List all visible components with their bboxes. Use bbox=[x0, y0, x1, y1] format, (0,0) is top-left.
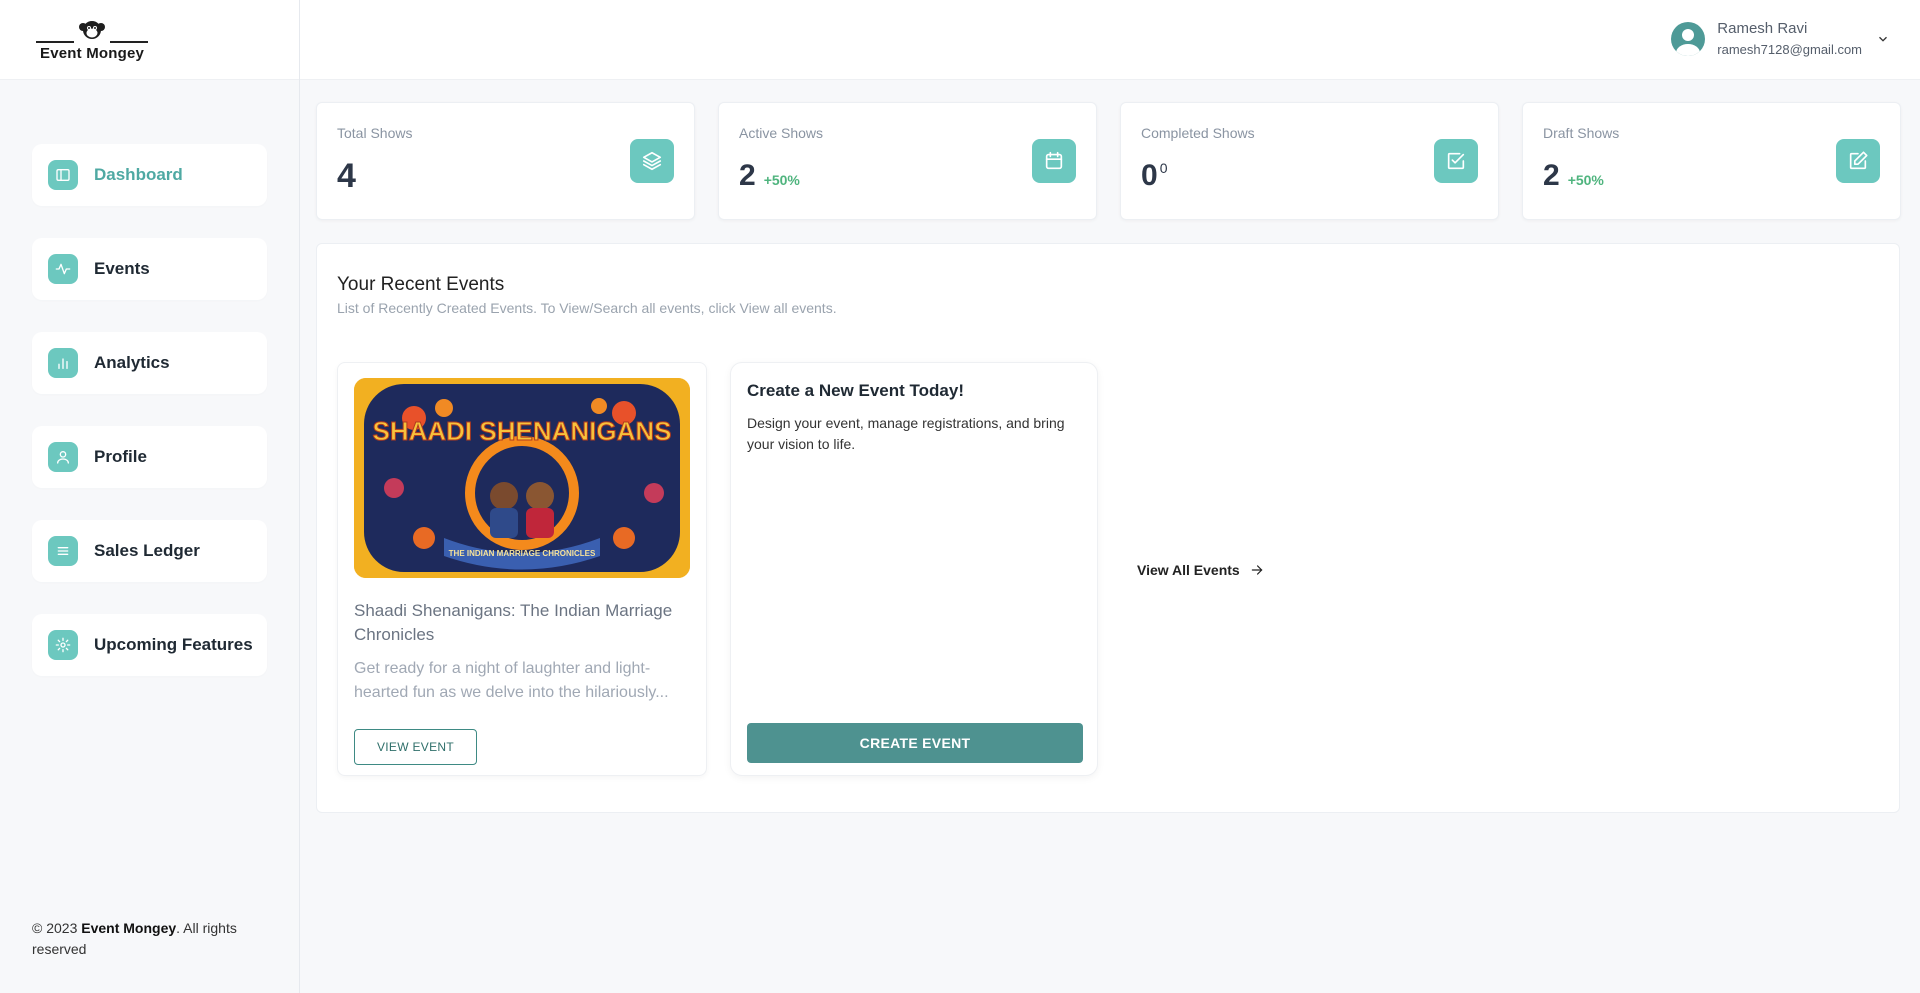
edit-icon bbox=[1836, 139, 1880, 183]
view-event-button[interactable]: VIEW EVENT bbox=[354, 729, 477, 765]
bar-chart-icon bbox=[48, 348, 78, 378]
logo-line-right bbox=[110, 40, 148, 43]
poster-tagline: THE INDIAN MARRIAGE CHRONICLES bbox=[449, 549, 596, 558]
stat-number: 0 bbox=[1141, 159, 1158, 192]
user-icon bbox=[48, 442, 78, 472]
panel-subtitle: List of Recently Created Events. To View… bbox=[337, 300, 837, 316]
sidebar-item-label: Analytics bbox=[94, 353, 170, 372]
monkey-logo-icon bbox=[79, 20, 105, 39]
stat-label: Active Shows bbox=[739, 125, 824, 141]
poster-title: SHAADI SHENANIGANS bbox=[372, 416, 671, 446]
recent-events-panel: Your Recent Events List of Recently Crea… bbox=[316, 243, 1900, 813]
logo-line-left bbox=[36, 40, 74, 43]
stat-value: 4 bbox=[337, 157, 356, 196]
gear-icon bbox=[48, 630, 78, 660]
event-description: Get ready for a night of laughter and li… bbox=[354, 660, 669, 701]
stat-value: 2 +50% bbox=[739, 159, 800, 193]
user-menu[interactable]: Ramesh Ravi ramesh7128@gmail.com bbox=[1671, 20, 1890, 57]
arrow-right-icon bbox=[1251, 565, 1262, 575]
stat-number: 2 bbox=[739, 159, 756, 192]
stat-number: 2 bbox=[1543, 159, 1560, 192]
layers-icon bbox=[630, 139, 674, 183]
sidebar-item-dashboard[interactable]: Dashboard bbox=[32, 144, 267, 206]
top-bar: Ramesh Ravi ramesh7128@gmail.com bbox=[300, 0, 1920, 80]
stat-delta: +50% bbox=[1567, 172, 1604, 188]
panel-title: Your Recent Events bbox=[337, 274, 505, 295]
create-event-card: Create a New Event Today! Design your ev… bbox=[730, 362, 1098, 776]
user-info: Ramesh Ravi ramesh7128@gmail.com bbox=[1717, 20, 1862, 57]
sidebar-item-events[interactable]: Events bbox=[32, 238, 267, 300]
sidebar-item-sales-ledger[interactable]: Sales Ledger bbox=[32, 520, 267, 582]
stat-card-completed-shows: Completed Shows 00 bbox=[1120, 102, 1499, 220]
sidebar-nav: Dashboard Events Analytics Profile Sales… bbox=[32, 144, 267, 708]
user-email: ramesh7128@gmail.com bbox=[1717, 42, 1862, 57]
stat-card-active-shows: Active Shows 2 +50% bbox=[718, 102, 1097, 220]
sidebar-item-label: Upcoming Features bbox=[94, 635, 253, 654]
view-all-label: View All Events bbox=[1137, 562, 1240, 578]
view-all-events-link[interactable]: View All Events bbox=[1137, 562, 1264, 578]
create-event-title: Create a New Event Today! bbox=[747, 381, 964, 400]
sidebar-item-label: Dashboard bbox=[94, 165, 183, 184]
list-icon bbox=[48, 536, 78, 566]
user-name: Ramesh Ravi bbox=[1717, 20, 1808, 37]
stat-card-draft-shows: Draft Shows 2 +50% bbox=[1522, 102, 1901, 220]
event-poster[interactable]: SHAADI SHENANIGANS THE INDIAN MARRIAGE C… bbox=[354, 378, 690, 578]
brand-name: Event Mongey bbox=[40, 44, 145, 62]
sidebar-item-label: Sales Ledger bbox=[94, 541, 200, 560]
sidebar-item-label: Events bbox=[94, 259, 150, 278]
copyright-footer: © 2023 Event Mongey. All rights reserved bbox=[32, 918, 262, 960]
stat-delta: +50% bbox=[763, 172, 800, 188]
poster-image: SHAADI SHENANIGANS THE INDIAN MARRIAGE C… bbox=[354, 378, 690, 578]
sidebar-item-analytics[interactable]: Analytics bbox=[32, 332, 267, 394]
stat-value: 00 bbox=[1141, 159, 1167, 193]
create-event-button[interactable]: CREATE EVENT bbox=[747, 723, 1083, 763]
calendar-icon bbox=[1032, 139, 1076, 183]
check-square-icon bbox=[1434, 139, 1478, 183]
stat-label: Draft Shows bbox=[1543, 125, 1620, 141]
footer-prefix: © 2023 bbox=[32, 920, 82, 936]
sidebar-item-profile[interactable]: Profile bbox=[32, 426, 267, 488]
avatar bbox=[1671, 21, 1706, 56]
activity-icon bbox=[48, 254, 78, 284]
stat-number: 4 bbox=[337, 157, 356, 195]
sidebar-item-upcoming-features[interactable]: Upcoming Features bbox=[32, 614, 267, 676]
brand-header: Event Mongey bbox=[0, 0, 299, 80]
footer-brand: Event Mongey bbox=[81, 920, 177, 936]
chevron-down-icon[interactable] bbox=[1876, 32, 1890, 46]
event-title: Shaadi Shenanigans: The Indian Marriage … bbox=[354, 601, 673, 644]
create-event-description: Design your event, manage registrations,… bbox=[747, 415, 1065, 452]
stat-value: 2 +50% bbox=[1543, 159, 1604, 193]
sidebar: Event Mongey Dashboard Events Analytics bbox=[0, 0, 300, 993]
stat-superscript: 0 bbox=[1159, 160, 1168, 176]
sidebar-item-label: Profile bbox=[94, 447, 147, 466]
event-card: SHAADI SHENANIGANS THE INDIAN MARRIAGE C… bbox=[337, 362, 707, 776]
stat-label: Completed Shows bbox=[1141, 125, 1255, 141]
stat-card-total-shows: Total Shows 4 bbox=[316, 102, 695, 220]
dashboard-icon bbox=[48, 160, 78, 190]
stat-label: Total Shows bbox=[337, 125, 413, 141]
logo[interactable]: Event Mongey bbox=[36, 15, 148, 65]
